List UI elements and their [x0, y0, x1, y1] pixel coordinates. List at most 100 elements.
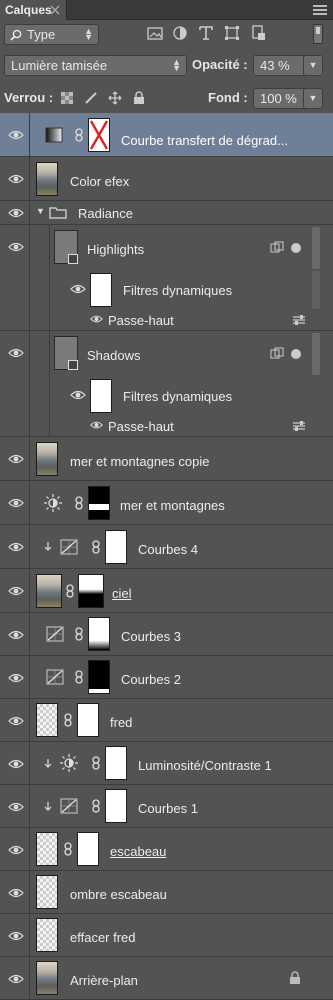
eye-icon[interactable]: [8, 629, 24, 641]
link-icon[interactable]: [64, 713, 72, 727]
filter-row[interactable]: Passe-haut: [0, 309, 333, 331]
link-icon[interactable]: [66, 584, 74, 598]
layer-row[interactable]: escabeau: [0, 828, 333, 871]
filter-options-icon[interactable]: [292, 315, 306, 325]
layer-row[interactable]: mer et montagnes copie: [0, 437, 333, 481]
smart-object-thumbnail[interactable]: [54, 336, 78, 370]
folder-icon: [49, 207, 67, 219]
layer-mask-thumbnail[interactable]: [88, 617, 110, 651]
scrollbar[interactable]: [312, 333, 320, 375]
scrollbar[interactable]: [312, 227, 320, 269]
layer-mask-thumbnail[interactable]: [88, 486, 110, 520]
panel-menu-icon[interactable]: [313, 5, 327, 15]
pixel-filter-icon[interactable]: [146, 24, 164, 42]
group-row[interactable]: ▼ Radiance: [0, 201, 333, 225]
lock-image-pixels-icon[interactable]: [84, 91, 98, 105]
layer-thumbnail[interactable]: [36, 918, 58, 952]
layer-thumbnail[interactable]: [36, 961, 58, 995]
close-icon[interactable]: [50, 5, 60, 15]
layer-row[interactable]: Color efex: [0, 157, 333, 201]
adjustment-filter-icon[interactable]: [171, 24, 189, 42]
eye-icon[interactable]: [8, 347, 24, 359]
type-filter-icon[interactable]: [197, 24, 215, 42]
eye-icon[interactable]: [8, 844, 24, 856]
layer-row[interactable]: Courbes 2: [0, 656, 333, 699]
link-icon[interactable]: [92, 799, 100, 813]
filter-mask-thumbnail[interactable]: [90, 379, 112, 413]
link-icon[interactable]: [92, 540, 100, 554]
layer-mask-thumbnail[interactable]: [78, 574, 104, 608]
link-icon[interactable]: [75, 670, 83, 684]
link-icon[interactable]: [75, 496, 83, 510]
layer-thumbnail[interactable]: [36, 832, 58, 866]
link-icon[interactable]: [64, 842, 72, 856]
smart-filter-row[interactable]: Filtres dynamiques: [0, 377, 333, 415]
eye-icon[interactable]: [8, 453, 24, 465]
eye-icon[interactable]: [8, 973, 24, 985]
layer-row[interactable]: Arrière-plan: [0, 957, 333, 1000]
eye-icon[interactable]: [90, 420, 103, 430]
layer-mask-thumbnail[interactable]: [105, 530, 127, 564]
filter-kind-select[interactable]: Type ▲ ▼: [4, 24, 99, 45]
eye-icon[interactable]: [8, 173, 24, 185]
layer-row[interactable]: Courbe transfert de dégrad...: [0, 113, 333, 157]
layer-thumbnail[interactable]: [36, 574, 62, 608]
layer-row[interactable]: Highlights: [0, 225, 333, 271]
chevron-down-icon[interactable]: ▼: [36, 206, 45, 216]
layer-thumbnail[interactable]: [36, 162, 58, 196]
layer-row[interactable]: Courbes 1: [0, 785, 333, 828]
smartobject-filter-icon[interactable]: [250, 24, 268, 42]
layer-row[interactable]: Courbes 4: [0, 525, 333, 569]
layer-row[interactable]: effacer fred: [0, 914, 333, 957]
opacity-dropdown-button[interactable]: ▼: [303, 55, 323, 76]
layer-mask-thumbnail[interactable]: [88, 118, 110, 152]
filter-options-icon[interactable]: [292, 421, 306, 431]
eye-icon[interactable]: [8, 672, 24, 684]
layer-mask-thumbnail[interactable]: [105, 746, 127, 780]
eye-icon[interactable]: [8, 207, 24, 219]
eye-icon[interactable]: [8, 715, 24, 727]
eye-icon[interactable]: [70, 389, 86, 401]
layer-row[interactable]: Shadows: [0, 331, 333, 377]
layer-row[interactable]: fred: [0, 699, 333, 742]
eye-icon[interactable]: [90, 314, 103, 324]
layer-row[interactable]: Luminosité/Contraste 1: [0, 742, 333, 785]
filter-row[interactable]: Passe-haut: [0, 415, 333, 437]
fill-dropdown-button[interactable]: ▼: [303, 88, 323, 109]
filter-mask-thumbnail[interactable]: [90, 273, 112, 307]
eye-icon[interactable]: [8, 241, 24, 253]
layer-row[interactable]: Courbes 3: [0, 613, 333, 656]
eye-icon[interactable]: [8, 129, 24, 141]
layer-mask-thumbnail[interactable]: [88, 660, 110, 694]
smart-filter-row[interactable]: Filtres dynamiques: [0, 271, 333, 309]
link-icon[interactable]: [75, 128, 83, 142]
lock-transparent-pixels-icon[interactable]: [60, 91, 74, 105]
eye-icon[interactable]: [8, 497, 24, 509]
blend-mode-select[interactable]: Lumière tamisée ▲ ▼: [4, 55, 187, 76]
layer-mask-thumbnail[interactable]: [77, 703, 99, 737]
lock-position-icon[interactable]: [108, 91, 122, 105]
layer-thumbnail[interactable]: [36, 875, 58, 909]
eye-icon[interactable]: [8, 887, 24, 899]
eye-icon[interactable]: [8, 758, 24, 770]
link-icon[interactable]: [92, 756, 100, 770]
smart-object-thumbnail[interactable]: [54, 230, 78, 264]
eye-icon[interactable]: [8, 541, 24, 553]
layer-row[interactable]: mer et montagnes: [0, 481, 333, 525]
layer-row[interactable]: ciel: [0, 569, 333, 613]
eye-icon[interactable]: [70, 283, 86, 295]
lock-all-icon[interactable]: [132, 91, 146, 105]
tab-calques[interactable]: Calques: [0, 0, 67, 20]
tab-label: Calques: [5, 3, 52, 17]
layer-thumbnail[interactable]: [36, 442, 58, 476]
filter-toggle-switch[interactable]: [313, 24, 323, 44]
eye-icon[interactable]: [8, 585, 24, 597]
layer-thumbnail[interactable]: [36, 703, 58, 737]
shape-filter-icon[interactable]: [223, 24, 241, 42]
eye-icon[interactable]: [8, 930, 24, 942]
layer-mask-thumbnail[interactable]: [77, 832, 99, 866]
layer-mask-thumbnail[interactable]: [105, 789, 127, 823]
layer-row[interactable]: ombre escabeau: [0, 871, 333, 914]
link-icon[interactable]: [75, 627, 83, 641]
eye-icon[interactable]: [8, 801, 24, 813]
